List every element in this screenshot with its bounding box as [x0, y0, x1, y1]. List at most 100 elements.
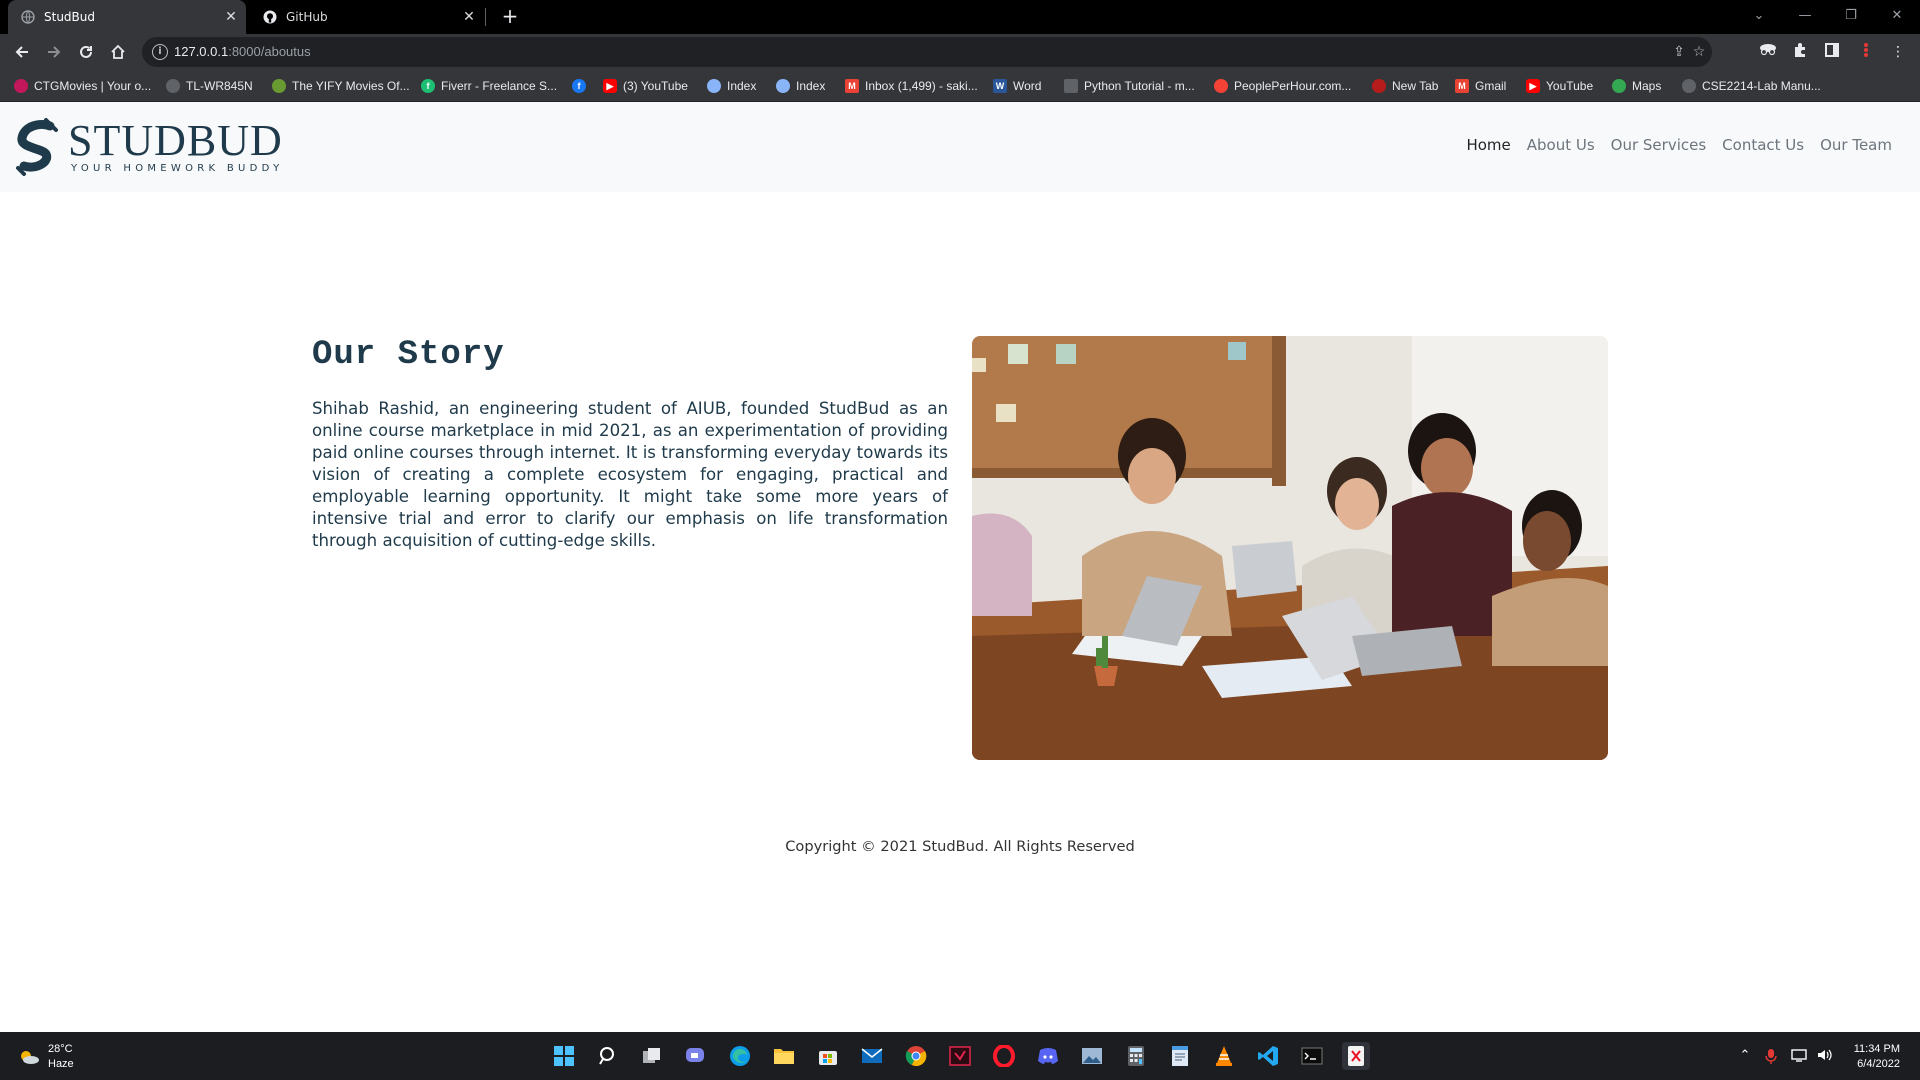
chrome-app[interactable]	[902, 1042, 930, 1070]
photos-app[interactable]	[1078, 1042, 1106, 1070]
bookmark-label: PeoplePerHour.com...	[1234, 79, 1352, 93]
nav-about-us[interactable]: About Us	[1519, 136, 1603, 154]
opera-app[interactable]	[990, 1042, 1018, 1070]
bookmark-label: Maps	[1632, 79, 1662, 93]
close-tab-icon[interactable]: ✕	[460, 9, 478, 25]
share-icon[interactable]: ⇪	[1670, 43, 1688, 61]
bookmark-item[interactable]: M Gmail	[1455, 78, 1506, 94]
new-tab-button[interactable]: +	[498, 5, 522, 29]
close-window-button[interactable]: ✕	[1874, 0, 1920, 30]
our-story-section: Our Story Shihab Rashid, an engineering …	[312, 336, 948, 552]
bookmark-item[interactable]: W Word	[993, 78, 1041, 94]
media-app[interactable]	[946, 1042, 974, 1070]
show-hidden-icons[interactable]: ⌃	[1736, 1048, 1754, 1063]
bookmark-item[interactable]: CTGMovies | Your o...	[14, 78, 151, 94]
weather-haze-icon	[21, 1051, 39, 1064]
snipping-tool-icon	[1348, 1046, 1364, 1066]
home-button[interactable]	[104, 38, 132, 66]
bookmark-label: CSE2214-Lab Manu...	[1702, 79, 1821, 93]
bookmark-item[interactable]: ▶ (3) YouTube	[603, 78, 688, 94]
task-view-button[interactable]	[638, 1042, 666, 1070]
new-tab-icon	[1372, 79, 1386, 93]
bookmark-item[interactable]: Maps	[1612, 78, 1661, 94]
bookmark-label: TL-WR845N	[186, 79, 253, 93]
bookmark-favicon-icon	[14, 79, 28, 93]
menu-icon[interactable]: ⋮	[1888, 42, 1908, 62]
notepad-app[interactable]	[1166, 1042, 1194, 1070]
side-panel-icon[interactable]	[1822, 42, 1842, 62]
restore-button[interactable]: ❐	[1828, 0, 1874, 30]
studbud-logo[interactable]: STUDBUD YOUR HOMEWORK BUDDY	[12, 118, 284, 176]
terminal-icon	[1301, 1047, 1323, 1065]
bookmark-label: The YIFY Movies Of...	[292, 79, 410, 93]
bookmark-item[interactable]: The YIFY Movies Of...	[272, 78, 410, 94]
tab-github[interactable]: GitHub ✕	[250, 0, 484, 34]
nav-home[interactable]: Home	[1458, 136, 1518, 154]
vscode-app[interactable]	[1254, 1042, 1282, 1070]
microphone-icon[interactable]	[1762, 1048, 1780, 1068]
task-view-icon	[643, 1048, 660, 1063]
youtube-icon: ▶	[1526, 79, 1540, 93]
bookmark-item[interactable]: New Tab	[1372, 78, 1438, 94]
yify-icon	[272, 79, 286, 93]
minimize-button[interactable]: —	[1782, 0, 1828, 30]
close-tab-icon[interactable]: ✕	[222, 9, 240, 25]
back-button[interactable]	[8, 38, 36, 66]
bookmark-star-icon[interactable]: ☆	[1690, 43, 1708, 61]
taskbar-clock[interactable]: 11:34 PM 6/4/2022	[1854, 1042, 1900, 1072]
nav-our-services[interactable]: Our Services	[1603, 136, 1715, 154]
incognito-icon[interactable]	[1758, 42, 1778, 62]
windows-taskbar: 28°C Haze ⌃ 11:34 PM 6/4/2022	[0, 1032, 1920, 1080]
discord-app[interactable]	[1034, 1042, 1062, 1070]
bookmark-item[interactable]: Index	[776, 78, 825, 94]
tab-studbud[interactable]: StudBud ✕	[8, 0, 246, 34]
snipping-tool-app[interactable]	[1342, 1042, 1370, 1070]
tab-search-icon[interactable]: ⌄	[1736, 0, 1782, 30]
bookmark-item[interactable]: Python Tutorial - m...	[1064, 78, 1195, 94]
mail-app[interactable]	[858, 1042, 886, 1070]
bookmark-item[interactable]: Index	[707, 78, 756, 94]
terminal-app[interactable]	[1298, 1042, 1326, 1070]
bookmark-item[interactable]: CSE2214-Lab Manu...	[1682, 78, 1821, 94]
edge-app[interactable]	[726, 1042, 754, 1070]
bookmark-item[interactable]: f Fiverr - Freelance S...	[421, 78, 557, 94]
volume-icon[interactable]	[1816, 1048, 1834, 1066]
tab-title: GitHub	[286, 10, 328, 24]
calculator-app[interactable]	[1122, 1042, 1150, 1070]
bookmark-item[interactable]: ▶ YouTube	[1526, 78, 1593, 94]
team-meeting-photo	[972, 336, 1608, 760]
weather-widget[interactable]: 28°C Haze	[18, 1042, 74, 1072]
bookmark-label: Index	[727, 79, 757, 93]
extensions-icon[interactable]	[1790, 42, 1810, 62]
bookmark-item[interactable]: PeoplePerHour.com...	[1214, 78, 1351, 94]
nav-our-team[interactable]: Our Team	[1812, 136, 1900, 154]
reload-button[interactable]	[72, 38, 100, 66]
nav-contact-us[interactable]: Contact Us	[1714, 136, 1812, 154]
store-app[interactable]	[814, 1042, 842, 1070]
teams-chat-app[interactable]	[682, 1042, 710, 1070]
main-nav: Home About Us Our Services Contact Us Ou…	[1458, 136, 1900, 154]
notepad-icon	[1172, 1046, 1188, 1066]
site-info-icon[interactable]: i	[152, 44, 168, 60]
photos-icon	[1082, 1048, 1102, 1064]
github-icon	[262, 9, 278, 25]
search-button[interactable]	[594, 1042, 622, 1070]
fiverr-icon: f	[421, 79, 435, 93]
bookmark-label: (3) YouTube	[623, 79, 688, 93]
bookmark-label: Index	[796, 79, 826, 93]
globe-icon	[20, 9, 36, 25]
profile-icon[interactable]	[1856, 42, 1876, 62]
bookmark-item[interactable]: TL-WR845N	[166, 78, 253, 94]
bookmark-facebook[interactable]: f	[572, 78, 592, 94]
logo-tagline: YOUR HOMEWORK BUDDY	[71, 162, 284, 174]
facebook-icon: f	[572, 79, 586, 93]
network-icon[interactable]	[1790, 1048, 1808, 1066]
bookmark-item[interactable]: M Inbox (1,499) - saki...	[845, 78, 978, 94]
vlc-app[interactable]	[1210, 1042, 1238, 1070]
start-button[interactable]	[550, 1042, 578, 1070]
address-bar[interactable]: i 127.0.0.1:8000/aboutus ⇪ ☆	[142, 37, 1712, 67]
chat-icon	[686, 1048, 704, 1062]
forward-button[interactable]	[40, 38, 68, 66]
tab-title: StudBud	[44, 10, 95, 24]
file-explorer-app[interactable]	[770, 1042, 798, 1070]
